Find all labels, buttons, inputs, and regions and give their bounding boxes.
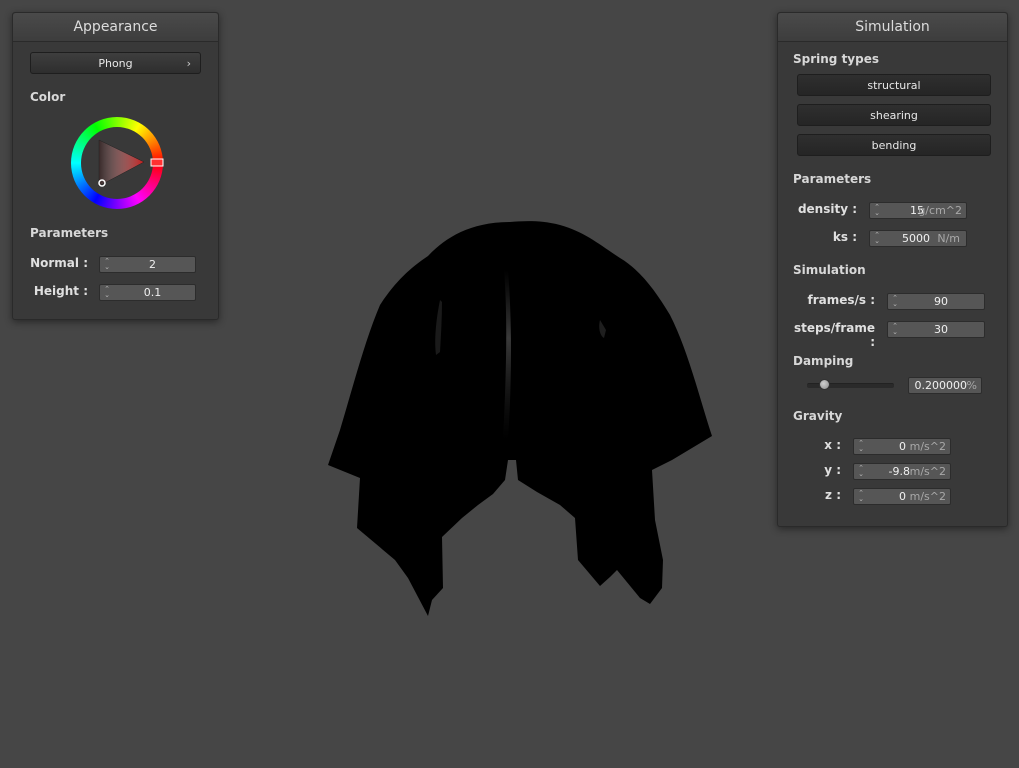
height-input[interactable]: ⌃ ⌄ 0.1 — [99, 284, 196, 301]
spinner-icon[interactable]: ⌃ ⌄ — [891, 295, 899, 308]
panel-title: Appearance — [13, 13, 218, 42]
damping-slider-knob[interactable] — [819, 379, 830, 390]
ks-input[interactable]: ⌃ ⌄ 5000 N/m — [869, 230, 967, 247]
gravity-z-unit: m/s^2 — [909, 490, 946, 503]
density-unit: g/cm^2 — [918, 204, 962, 217]
gravity-z-label: z : — [825, 488, 841, 502]
spinner-icon[interactable]: ⌃ ⌄ — [873, 232, 881, 245]
gravity-y-input[interactable]: ⌃ ⌄ -9.8 m/s^2 — [853, 463, 951, 480]
height-value: 0.1 — [143, 286, 162, 299]
chevron-right-icon: › — [186, 57, 191, 70]
appearance-panel: Appearance Phong › Color Parameters Norm… — [12, 12, 219, 320]
steps-label: steps/frame : — [793, 321, 875, 349]
spinner-icon[interactable]: ⌃ ⌄ — [873, 204, 881, 217]
height-label: Height : — [33, 284, 88, 298]
color-label: Color — [30, 90, 66, 104]
simulation-label: Simulation — [793, 263, 866, 277]
simulation-panel: Simulation Spring types structural shear… — [777, 12, 1008, 527]
gravity-x-unit: m/s^2 — [909, 440, 946, 453]
shader-dropdown-label: Phong — [98, 57, 133, 70]
normal-value: 2 — [149, 258, 156, 271]
spinner-icon[interactable]: ⌃ ⌄ — [891, 323, 899, 336]
parameters-label: Parameters — [793, 172, 872, 186]
gravity-x-label: x : — [824, 438, 841, 452]
normal-label: Normal : — [30, 256, 88, 270]
spinner-icon[interactable]: ⌃ ⌄ — [857, 465, 865, 478]
gravity-x-value: 0 — [899, 440, 906, 453]
ks-label: ks : — [832, 230, 857, 244]
gravity-x-input[interactable]: ⌃ ⌄ 0 m/s^2 — [853, 438, 951, 455]
bending-button[interactable]: bending — [797, 134, 991, 156]
spinner-icon[interactable]: ⌃ ⌄ — [103, 258, 111, 271]
gravity-z-input[interactable]: ⌃ ⌄ 0 m/s^2 — [853, 488, 951, 505]
color-wheel[interactable] — [69, 115, 165, 211]
damping-value: 0.200000 — [914, 379, 968, 392]
damping-label: Damping — [793, 354, 854, 368]
cloth-mesh — [328, 221, 712, 616]
spinner-icon[interactable]: ⌃ ⌄ — [103, 286, 111, 299]
hue-marker — [150, 158, 164, 167]
gravity-z-value: 0 — [899, 490, 906, 503]
fps-value: 90 — [934, 295, 948, 308]
density-input[interactable]: ⌃ ⌄ 15 g/cm^2 — [869, 202, 967, 219]
shearing-button[interactable]: shearing — [797, 104, 991, 126]
parameters-label: Parameters — [30, 226, 109, 240]
fps-input[interactable]: ⌃ ⌄ 90 — [887, 293, 985, 310]
gravity-y-value: -9.8 — [888, 465, 910, 478]
steps-input[interactable]: ⌃ ⌄ 30 — [887, 321, 985, 338]
spinner-icon[interactable]: ⌃ ⌄ — [857, 440, 865, 453]
density-label: density : — [797, 202, 857, 216]
gravity-label: Gravity — [793, 409, 843, 423]
panel-title: Simulation — [778, 13, 1007, 42]
spinner-icon[interactable]: ⌃ ⌄ — [857, 490, 865, 503]
structural-button[interactable]: structural — [797, 74, 991, 96]
shader-dropdown[interactable]: Phong › — [30, 52, 201, 74]
spring-types-label: Spring types — [793, 52, 880, 66]
steps-value: 30 — [934, 323, 948, 336]
gravity-y-label: y : — [824, 463, 841, 477]
fps-label: frames/s : — [807, 293, 875, 307]
damping-unit: % — [966, 379, 977, 392]
damping-input[interactable]: 0.200000 % — [908, 377, 982, 394]
normal-input[interactable]: ⌃ ⌄ 2 — [99, 256, 196, 273]
ks-unit: N/m — [937, 232, 960, 245]
ks-value: 5000 — [902, 232, 930, 245]
gravity-y-unit: m/s^2 — [909, 465, 946, 478]
